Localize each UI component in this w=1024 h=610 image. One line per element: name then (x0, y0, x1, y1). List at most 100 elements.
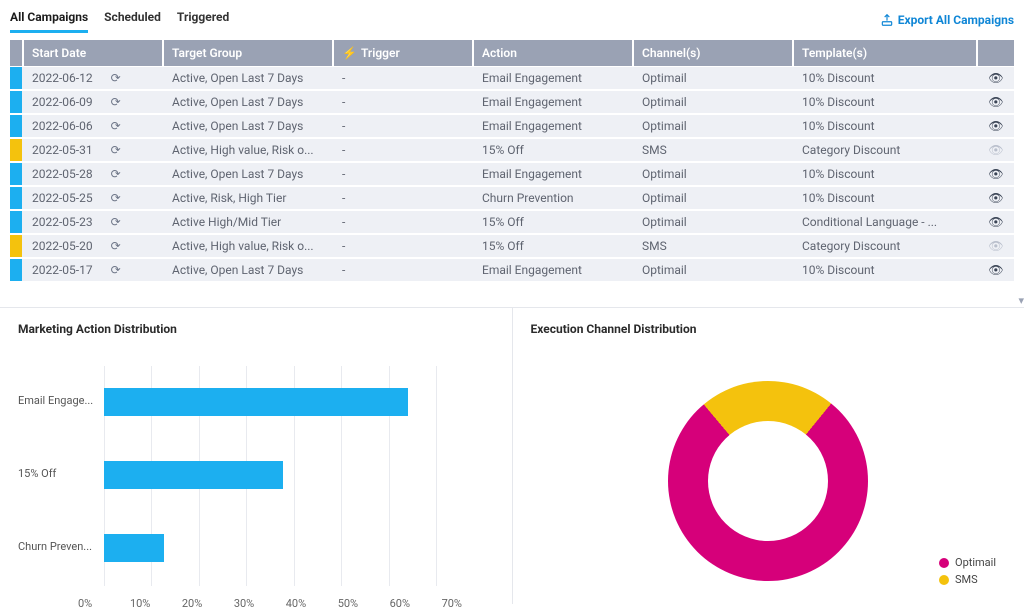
chart-title-left: Marketing Action Distribution (18, 322, 494, 336)
col-header-start-date[interactable]: Start Date (24, 40, 164, 66)
tab-triggered[interactable]: Triggered (177, 6, 229, 33)
preview-eye-icon[interactable]: 👁 (988, 263, 1003, 277)
cell-trigger: - (334, 259, 474, 282)
cell-target-group: Active, High value, Risk o... (164, 235, 334, 258)
bolt-icon: ⚡ (342, 46, 357, 60)
row-color-indicator (10, 187, 22, 209)
cell-start-date: 2022-05-17⟳ (24, 259, 164, 282)
campaign-tabs: All Campaigns Scheduled Triggered (10, 6, 229, 33)
recurring-icon: ⟳ (111, 263, 121, 277)
preview-eye-icon[interactable]: 👁 (988, 95, 1003, 109)
cell-target-group: Active, Open Last 7 Days (164, 259, 334, 282)
cell-start-date: 2022-06-09⟳ (24, 91, 164, 114)
recurring-icon: ⟳ (111, 95, 121, 109)
col-header-channel[interactable]: Channel(s) (634, 40, 794, 66)
cell-action: Email Engagement (474, 91, 634, 114)
cell-action: 15% Off (474, 235, 634, 258)
bar-label: Email Engage... (18, 394, 98, 407)
table-row[interactable]: 2022-05-28⟳Active, Open Last 7 Days-Emai… (10, 163, 1014, 186)
recurring-icon: ⟳ (111, 119, 121, 133)
donut-chart (668, 381, 868, 581)
campaigns-table: Start Date Target Group ⚡ Trigger Action… (10, 39, 1014, 283)
tab-scheduled[interactable]: Scheduled (104, 6, 161, 33)
cell-trigger: - (334, 187, 474, 210)
cell-channel: Optimail (634, 187, 794, 210)
cell-target-group: Active, High value, Risk o... (164, 139, 334, 162)
table-row[interactable]: 2022-05-23⟳Active High/Mid Tier-15% OffO… (10, 211, 1014, 234)
scroll-down-icon[interactable]: ▾ (1018, 294, 1024, 307)
cell-channel: Optimail (634, 259, 794, 282)
cell-action: Churn Prevention (474, 187, 634, 210)
preview-eye-icon[interactable]: 👁 (988, 239, 1003, 253)
preview-eye-icon[interactable]: 👁 (988, 167, 1003, 181)
preview-eye-icon[interactable]: 👁 (988, 191, 1003, 205)
cell-trigger: - (334, 211, 474, 234)
cell-action: 15% Off (474, 139, 634, 162)
cell-start-date: 2022-05-23⟳ (24, 211, 164, 234)
export-label: Export All Campaigns (898, 13, 1014, 27)
cell-template: 10% Discount (794, 259, 978, 282)
cell-trigger: - (334, 163, 474, 186)
chart-title-right: Execution Channel Distribution (531, 322, 1007, 336)
cell-template: 10% Discount (794, 187, 978, 210)
col-header-color (10, 40, 24, 66)
cell-target-group: Active High/Mid Tier (164, 211, 334, 234)
table-row[interactable]: 2022-05-25⟳Active, Risk, High Tier-Churn… (10, 187, 1014, 210)
table-row[interactable]: 2022-06-09⟳Active, Open Last 7 Days-Emai… (10, 91, 1014, 114)
export-all-button[interactable]: Export All Campaigns (880, 13, 1014, 27)
cell-start-date: 2022-05-31⟳ (24, 139, 164, 162)
cell-channel: Optimail (634, 91, 794, 114)
col-header-template[interactable]: Template(s) (794, 40, 978, 66)
preview-eye-icon[interactable]: 👁 (988, 143, 1003, 157)
cell-channel: SMS (634, 139, 794, 162)
table-row[interactable]: 2022-05-17⟳Active, Open Last 7 Days-Emai… (10, 259, 1014, 282)
marketing-action-chart: Marketing Action Distribution Email Enga… (0, 308, 513, 604)
cell-start-date: 2022-05-28⟳ (24, 163, 164, 186)
donut-legend: Optimail SMS (939, 552, 996, 586)
tab-all-campaigns[interactable]: All Campaigns (10, 6, 88, 33)
cell-start-date: 2022-05-20⟳ (24, 235, 164, 258)
bar-fill (104, 461, 283, 489)
cell-channel: Optimail (634, 115, 794, 138)
export-icon (880, 13, 894, 27)
cell-channel: Optimail (634, 211, 794, 234)
cell-target-group: Active, Open Last 7 Days (164, 67, 334, 90)
cell-channel: SMS (634, 235, 794, 258)
row-color-indicator (10, 235, 22, 257)
cell-template: 10% Discount (794, 163, 978, 186)
bar-fill (104, 388, 408, 416)
table-row[interactable]: 2022-06-12⟳Active, Open Last 7 Days-Emai… (10, 67, 1014, 90)
table-row[interactable]: 2022-05-31⟳Active, High value, Risk o...… (10, 139, 1014, 162)
cell-start-date: 2022-06-12⟳ (24, 67, 164, 90)
cell-trigger: - (334, 139, 474, 162)
campaigns-table-wrap: Start Date Target Group ⚡ Trigger Action… (0, 33, 1024, 283)
row-color-indicator (10, 115, 22, 137)
swatch-sms (939, 575, 949, 585)
row-color-indicator (10, 163, 22, 185)
row-color-indicator (10, 211, 22, 233)
col-header-target-group[interactable]: Target Group (164, 40, 334, 66)
table-row[interactable]: 2022-05-20⟳Active, High value, Risk o...… (10, 235, 1014, 258)
cell-start-date: 2022-05-25⟳ (24, 187, 164, 210)
cell-start-date: 2022-06-06⟳ (24, 115, 164, 138)
preview-eye-icon[interactable]: 👁 (988, 119, 1003, 133)
col-header-action[interactable]: Action (474, 40, 634, 66)
recurring-icon: ⟳ (111, 167, 121, 181)
cell-target-group: Active, Risk, High Tier (164, 187, 334, 210)
col-header-trigger[interactable]: ⚡ Trigger (334, 40, 474, 66)
cell-target-group: Active, Open Last 7 Days (164, 115, 334, 138)
cell-target-group: Active, Open Last 7 Days (164, 163, 334, 186)
recurring-icon: ⟳ (111, 215, 121, 229)
cell-template: Category Discount (794, 139, 978, 162)
cell-trigger: - (334, 115, 474, 138)
preview-eye-icon[interactable]: 👁 (988, 215, 1003, 229)
cell-template: 10% Discount (794, 115, 978, 138)
col-header-eye (978, 40, 1014, 66)
recurring-icon: ⟳ (111, 71, 121, 85)
execution-channel-chart: Execution Channel Distribution Optimail … (513, 308, 1024, 604)
row-color-indicator (10, 139, 22, 161)
recurring-icon: ⟳ (111, 239, 121, 253)
swatch-optimail (939, 558, 949, 568)
preview-eye-icon[interactable]: 👁 (988, 71, 1003, 85)
table-row[interactable]: 2022-06-06⟳Active, Open Last 7 Days-Emai… (10, 115, 1014, 138)
